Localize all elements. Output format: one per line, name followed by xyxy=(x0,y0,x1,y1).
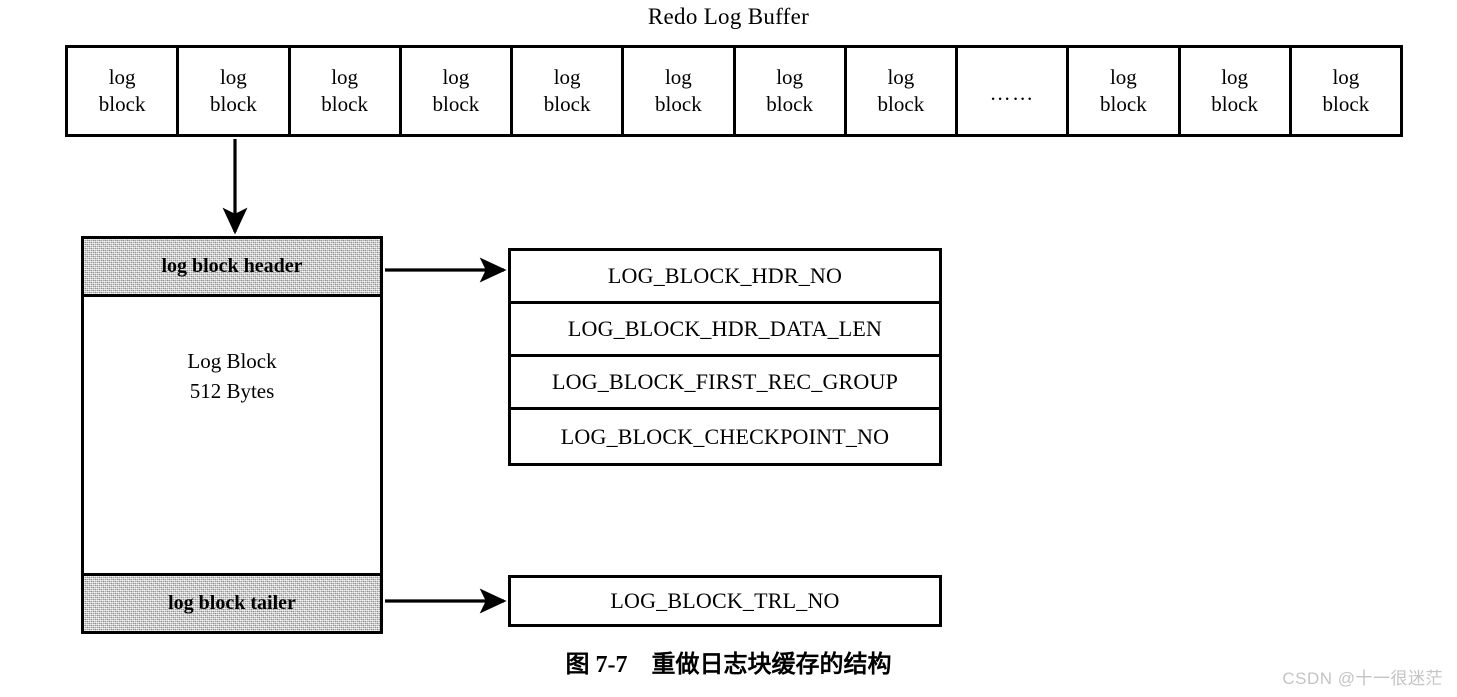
log-block-cell: log block xyxy=(68,48,180,134)
log-block-cell-line1: log xyxy=(331,65,359,90)
log-block-cell: log block xyxy=(735,48,847,134)
tailer-field-label: LOG_BLOCK_TRL_NO xyxy=(610,588,840,613)
log-block-cell: log block xyxy=(846,48,958,134)
log-block-header-band: log block header xyxy=(84,239,380,297)
log-block-cell-line2: block xyxy=(655,92,702,116)
log-block-cell: log block xyxy=(624,48,736,134)
log-block-cell-line1: log xyxy=(1109,65,1137,90)
header-field-label: LOG_BLOCK_CHECKPOINT_NO xyxy=(560,423,890,449)
redo-log-buffer-strip: log block log block log block log block … xyxy=(65,45,1403,137)
log-block-cell-line1: log xyxy=(108,65,136,90)
figure-caption: 图 7-7 重做日志块缓存的结构 xyxy=(565,652,892,678)
header-field-label: LOG_BLOCK_HDR_NO xyxy=(607,263,843,288)
ellipsis-glyph: …… xyxy=(989,80,1035,105)
log-block-body: Log Block 512 Bytes xyxy=(84,297,380,573)
log-block-cell-line1: log xyxy=(887,65,915,90)
header-field-row: LOG_BLOCK_FIRST_REC_GROUP xyxy=(511,357,939,410)
log-block-cell-line2: block xyxy=(877,92,925,116)
log-block-cell: log block xyxy=(290,48,402,134)
log-block-cell-line2: block xyxy=(1322,92,1370,116)
log-block-tailer-label: log block tailer xyxy=(168,592,296,614)
log-block-body-line1: Log Block xyxy=(187,348,277,373)
log-block-cell: log block xyxy=(513,48,625,134)
log-block-cell-line2: block xyxy=(1211,92,1258,116)
csdn-watermark: CSDN @十一很迷茫 xyxy=(1282,669,1443,688)
log-block-cell-line2: block xyxy=(543,92,591,116)
log-block-cell: log block xyxy=(401,48,513,134)
log-block-cell: log block xyxy=(1291,48,1400,134)
diagram-canvas: Redo Log Buffer log block log block log … xyxy=(0,0,1457,697)
log-block-header-label: log block header xyxy=(161,255,303,277)
log-block-cell-line2: block xyxy=(1100,92,1147,116)
log-block-cell-line2: block xyxy=(98,92,146,116)
header-field-label: LOG_BLOCK_FIRST_REC_GROUP xyxy=(551,369,899,394)
log-block-detail-box: log block header Log Block 512 Bytes log… xyxy=(81,236,383,634)
log-block-cell-line1: log xyxy=(776,65,804,90)
log-block-cell-line1: log xyxy=(1221,65,1249,90)
header-field-row: LOG_BLOCK_CHECKPOINT_NO xyxy=(511,410,939,463)
log-block-cell-line1: log xyxy=(442,65,470,90)
log-block-cell: log block xyxy=(1069,48,1181,134)
log-block-tailer-band: log block tailer xyxy=(84,573,380,631)
log-block-cell: log block xyxy=(179,48,291,134)
log-block-cell: log block xyxy=(1180,48,1292,134)
diagram-title: Redo Log Buffer xyxy=(647,4,810,29)
log-block-cell-line1: log xyxy=(664,65,692,90)
header-field-row: LOG_BLOCK_HDR_NO xyxy=(511,251,939,304)
log-block-cell-line2: block xyxy=(432,92,480,116)
log-block-header-fields: LOG_BLOCK_HDR_NO LOG_BLOCK_HDR_DATA_LEN … xyxy=(508,248,942,466)
log-block-tailer-field: LOG_BLOCK_TRL_NO xyxy=(508,575,942,627)
log-block-cell-line1: log xyxy=(553,65,581,90)
log-block-cell-line2: block xyxy=(766,92,813,116)
log-block-body-line2: 512 Bytes xyxy=(189,379,275,403)
log-block-ellipsis-cell: …… xyxy=(958,48,1070,134)
header-field-row: LOG_BLOCK_HDR_DATA_LEN xyxy=(511,304,939,357)
log-block-cell-line2: block xyxy=(321,92,368,116)
log-block-cell-line1: log xyxy=(1332,65,1360,90)
log-block-cell-line2: block xyxy=(210,92,257,116)
header-field-label: LOG_BLOCK_HDR_DATA_LEN xyxy=(567,316,883,341)
log-block-cell-line1: log xyxy=(219,65,247,90)
